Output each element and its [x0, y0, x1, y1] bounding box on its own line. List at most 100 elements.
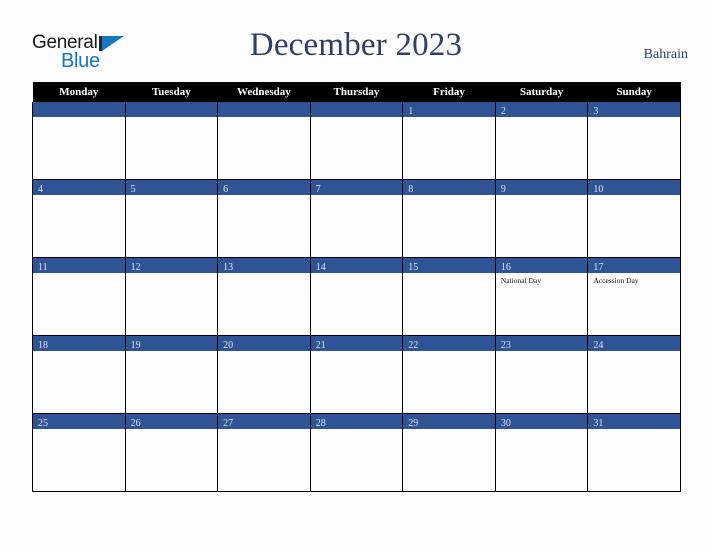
calendar-day-cell[interactable]: 2 [494, 102, 589, 180]
calendar-day-cell[interactable]: 23 [494, 335, 589, 414]
calendar-day-cell[interactable]: 8 [402, 179, 496, 258]
calendar-day-cell[interactable]: 28 [309, 413, 404, 492]
calendar-day-cell[interactable]: 26 [124, 413, 219, 492]
calendar-day-cell[interactable]: 13 [217, 257, 311, 336]
day-number-bar: 25 [33, 414, 125, 429]
calendar-day-cell[interactable]: 11 [32, 257, 126, 336]
holiday-event-label: National Day [500, 276, 542, 285]
weekday-header-monday: Monday [32, 82, 126, 102]
calendar-day-cell[interactable]: 27 [217, 413, 311, 492]
calendar-day-cell[interactable]: 29 [402, 413, 496, 492]
weekday-header-row: Monday Tuesday Wednesday Thursday Friday… [32, 82, 681, 102]
calendar-day-cell[interactable] [217, 102, 311, 180]
day-number: 21 [315, 340, 326, 351]
day-number-bar: 6 [218, 180, 310, 195]
day-number: 15 [408, 262, 419, 273]
calendar-day-cell[interactable] [124, 102, 219, 180]
day-number-bar: 28 [310, 414, 403, 429]
calendar-day-cell[interactable]: 31 [587, 413, 681, 492]
calendar-week-row: 25 26 27 28 29 30 31 [32, 413, 681, 492]
calendar-week-row: 11 12 13 14 15 16 National Day 17 Accession Day [32, 257, 681, 336]
day-number: 10 [593, 184, 604, 195]
day-number-bar: 15 [403, 258, 495, 273]
calendar-day-cell[interactable] [309, 102, 404, 180]
day-cell-events [403, 351, 495, 354]
calendar-day-cell[interactable]: 15 [402, 257, 496, 336]
day-cell-events [33, 195, 125, 198]
page-header: General Blue December 2023 Bahrain [0, 0, 712, 82]
day-number-bar: 14 [310, 258, 403, 273]
calendar-day-cell[interactable]: 25 [32, 413, 126, 492]
day-number: 26 [130, 418, 141, 429]
calendar-day-cell[interactable]: 16 National Day [494, 257, 589, 336]
day-number: 18 [38, 340, 48, 351]
day-number-bar: 8 [403, 180, 495, 195]
day-cell-events [311, 117, 403, 120]
day-number-bar [125, 102, 218, 117]
day-number: 9 [500, 184, 506, 195]
calendar-day-cell[interactable]: 17 Accession Day [587, 257, 681, 336]
weekday-header-sunday: Sunday [587, 82, 681, 102]
calendar-day-cell[interactable]: 4 [32, 179, 126, 258]
day-cell-events [311, 351, 403, 354]
day-number-bar: 19 [125, 336, 218, 351]
day-cell-events [496, 351, 588, 354]
calendar-day-cell[interactable]: 6 [217, 179, 311, 258]
page-title: December 2023 [249, 27, 463, 63]
day-cell-events [126, 117, 218, 120]
day-number-bar: 7 [310, 180, 403, 195]
day-number-bar: 23 [495, 336, 588, 351]
day-number: 16 [500, 262, 511, 273]
day-cell-inner: 16 National Day [495, 258, 588, 335]
calendar-day-cell[interactable]: 21 [309, 335, 404, 414]
day-cell-events [126, 429, 218, 432]
day-number: 12 [130, 262, 141, 273]
day-number: 24 [593, 340, 604, 351]
day-number-bar: 10 [588, 180, 680, 195]
day-number-bar: 3 [588, 102, 680, 117]
day-cell-inner: 14 [310, 258, 403, 335]
calendar-day-cell[interactable]: 20 [217, 335, 311, 414]
day-cell-events [588, 195, 680, 198]
day-number-bar: 1 [403, 102, 495, 117]
calendar-day-cell[interactable]: 24 [587, 335, 681, 414]
day-cell-inner: 9 [495, 180, 588, 257]
day-cell-events [218, 273, 310, 276]
day-cell-inner: 24 [588, 336, 680, 413]
day-cell-events [126, 273, 218, 276]
day-cell-inner: 18 [33, 336, 125, 413]
calendar-page: General Blue December 2023 Bahrain Monda… [0, 0, 712, 550]
day-number: 19 [130, 340, 141, 351]
calendar-week-row: 1 2 3 [32, 102, 681, 180]
day-cell-events [126, 351, 218, 354]
day-number-bar: 24 [588, 336, 680, 351]
day-cell-inner: 1 [403, 102, 495, 179]
calendar-day-cell[interactable]: 1 [402, 102, 496, 180]
day-cell-events [218, 429, 310, 432]
calendar-day-cell[interactable]: 3 [587, 102, 681, 180]
day-number-bar: 13 [218, 258, 310, 273]
calendar-day-cell[interactable]: 5 [124, 179, 219, 258]
calendar-day-cell[interactable]: 12 [124, 257, 219, 336]
calendar-day-cell[interactable]: 19 [124, 335, 219, 414]
day-cell-inner: 22 [403, 336, 495, 413]
day-cell-events [588, 117, 680, 120]
calendar-day-cell[interactable] [32, 102, 126, 180]
day-number: 30 [500, 418, 511, 429]
day-cell-events [588, 351, 680, 354]
calendar-day-cell[interactable]: 18 [32, 335, 126, 414]
day-number: 3 [593, 106, 599, 117]
day-cell-inner [33, 102, 125, 179]
day-cell-events [496, 195, 588, 198]
calendar-week-row: 18 19 20 21 22 23 24 [32, 335, 681, 414]
calendar-day-cell[interactable]: 22 [402, 335, 496, 414]
day-cell-inner: 20 [218, 336, 310, 413]
day-cell-inner: 11 [33, 258, 125, 335]
calendar-day-cell[interactable]: 7 [309, 179, 404, 258]
calendar-day-cell[interactable]: 9 [494, 179, 589, 258]
calendar-day-cell[interactable]: 10 [587, 179, 681, 258]
day-cell-events [126, 195, 218, 198]
calendar-week-row: 4 5 6 7 8 9 10 [32, 179, 681, 258]
calendar-day-cell[interactable]: 14 [309, 257, 404, 336]
calendar-day-cell[interactable]: 30 [494, 413, 589, 492]
